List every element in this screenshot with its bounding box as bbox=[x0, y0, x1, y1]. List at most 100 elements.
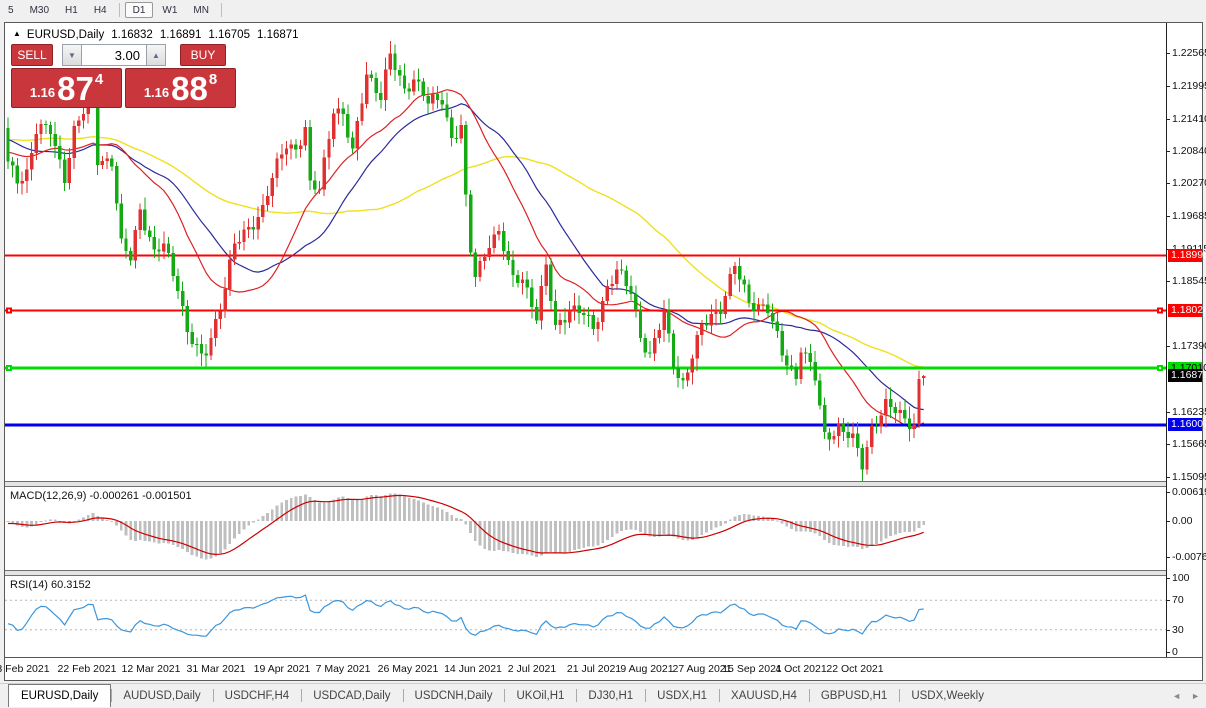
timeframe-button-w1[interactable]: W1 bbox=[155, 2, 184, 18]
collapse-trade-panel-icon[interactable]: ▲ bbox=[13, 29, 21, 41]
axis-tick-mark bbox=[1166, 118, 1170, 120]
price-axis: 1.22565 1.21995 1.21410 1.20840 1.20270 1.196… bbox=[1166, 23, 1206, 658]
tab-scroll-left-button[interactable]: ◄ bbox=[1172, 691, 1181, 701]
buy-price-prefix: 1.16 bbox=[143, 85, 170, 100]
sell-button[interactable]: SELL bbox=[11, 44, 53, 66]
tab-item-audusd[interactable]: AUDUSD,Daily bbox=[111, 684, 212, 707]
axis-tick-mark bbox=[1166, 556, 1170, 558]
date-label: 12 Mar 2021 bbox=[121, 663, 181, 675]
date-label: 22 Feb 2021 bbox=[57, 663, 117, 675]
timeframe-button-m30[interactable]: M30 bbox=[23, 2, 56, 18]
ohlc-low: 1.16705 bbox=[208, 29, 250, 41]
timeframe-button-mn[interactable]: MN bbox=[186, 2, 216, 18]
date-label: 22 Oct 2021 bbox=[826, 663, 884, 675]
one-click-trading-widget: SELL ▼ ▲ BUY 1.16 87 4 1.16 88 8 bbox=[11, 44, 236, 108]
tab-scroll-right-button[interactable]: ► bbox=[1191, 691, 1200, 701]
tab-item-ukoil[interactable]: UKOil,H1 bbox=[504, 684, 576, 707]
chart-symbol-label: EURUSD,Daily bbox=[26, 29, 105, 41]
price-tick-label: 1.19685 bbox=[1172, 210, 1206, 223]
price-badge-1.16007: 1.16007 bbox=[1168, 418, 1206, 432]
axis-tick-mark bbox=[1166, 600, 1170, 602]
timeframe-button-5[interactable]: 5 bbox=[1, 2, 21, 18]
sell-price-main: 87 bbox=[57, 70, 94, 107]
volume-input[interactable] bbox=[82, 44, 146, 66]
horizontal-line-1.18998[interactable] bbox=[5, 254, 1166, 257]
tab-item-usdcnh[interactable]: USDCNH,Daily bbox=[402, 684, 505, 707]
timeframe-button-h4[interactable]: H4 bbox=[87, 2, 114, 18]
horizontal-line-1.16007[interactable] bbox=[5, 423, 1166, 427]
date-axis: 3 Feb 2021 22 Feb 2021 12 Mar 2021 31 Mar 2… bbox=[0, 657, 1202, 680]
rsi-panel: RSI(14) 60.3152 bbox=[5, 576, 1166, 657]
date-label: 3 Feb 2021 bbox=[0, 663, 50, 675]
ohlc-close: 1.16871 bbox=[256, 29, 299, 41]
ohlc-open: 1.16832 bbox=[111, 29, 153, 41]
price-tick-label: 1.21410 bbox=[1172, 112, 1206, 125]
macd-tick-label: 0.006193 bbox=[1172, 485, 1206, 498]
buy-button[interactable]: BUY bbox=[180, 44, 226, 66]
rsi-tick-label: 0 bbox=[1172, 646, 1178, 658]
timeframe-button-d1[interactable]: D1 bbox=[124, 2, 154, 18]
axis-tick-mark bbox=[1166, 491, 1170, 493]
tab-item-usdchf[interactable]: USDCHF,H4 bbox=[212, 684, 302, 707]
buy-price-display[interactable]: 1.16 88 8 bbox=[125, 68, 236, 108]
axis-tick-mark bbox=[1166, 85, 1170, 87]
volume-increase-button[interactable]: ▲ bbox=[146, 44, 166, 66]
axis-tick-mark bbox=[1166, 521, 1170, 522]
toolbar-separator bbox=[220, 3, 222, 17]
price-tick-label: 1.20270 bbox=[1172, 177, 1206, 190]
price-tick-label: 1.20840 bbox=[1172, 145, 1206, 158]
price-tick-label: 1.21995 bbox=[1172, 79, 1206, 92]
macd-histogram bbox=[6, 493, 926, 560]
price-badge-1.18998: 1.18998 bbox=[1168, 248, 1206, 262]
date-label: 31 Mar 2021 bbox=[186, 663, 246, 675]
tab-item-eurusd[interactable]: EURUSD,Daily bbox=[8, 684, 112, 707]
horizontal-line-1.18024[interactable] bbox=[5, 307, 1166, 314]
axis-tick-mark bbox=[1166, 629, 1170, 631]
buy-price-main: 88 bbox=[171, 70, 208, 107]
rsi-tick-label: 70 bbox=[1172, 594, 1184, 607]
volume-decrease-button[interactable]: ▼ bbox=[62, 44, 82, 66]
axis-tick-mark bbox=[1166, 652, 1170, 653]
sell-price-pip: 4 bbox=[94, 71, 104, 88]
timeframe-button-h1[interactable]: H1 bbox=[58, 2, 85, 18]
date-label: 7 May 2021 bbox=[315, 663, 371, 675]
date-label: 26 May 2021 bbox=[377, 663, 439, 675]
price-tick-label: 1.15665 bbox=[1172, 438, 1206, 451]
horizontal-line-1.1701[interactable] bbox=[5, 365, 1166, 371]
rsi-label: RSI(14) 60.3152 bbox=[10, 579, 91, 591]
tab-item-usdx[interactable]: USDX,H1 bbox=[645, 684, 719, 707]
axis-tick-mark bbox=[1166, 216, 1170, 218]
axis-tick-mark bbox=[1166, 411, 1170, 413]
tab-item-usdx[interactable]: USDX,Weekly bbox=[899, 684, 996, 707]
chart-info-line: ▲ EURUSD,Daily 1.16832 1.16891 1.16705 1… bbox=[13, 29, 299, 41]
date-label: 4 Oct 2021 bbox=[775, 663, 827, 675]
date-label: 2 Jul 2021 bbox=[507, 663, 557, 675]
rsi-tick-label: 100 bbox=[1172, 572, 1190, 584]
price-tick-label: 1.17390 bbox=[1172, 340, 1206, 353]
ohlc-high: 1.16891 bbox=[159, 29, 202, 41]
toolbar-separator bbox=[118, 3, 120, 17]
axis-tick-mark bbox=[1166, 476, 1170, 478]
price-tick-label: 1.16235 bbox=[1172, 405, 1206, 418]
date-label: 21 Jul 2021 bbox=[566, 663, 622, 675]
timeframe-toolbar: 5 M30 H1 H4 D1 W1 MN bbox=[0, 0, 1206, 20]
axis-tick-mark bbox=[1166, 151, 1170, 153]
tab-item-dj30[interactable]: DJ30,H1 bbox=[576, 684, 645, 707]
price-tick-label: 1.18545 bbox=[1172, 275, 1206, 288]
axis-tick-mark bbox=[1166, 53, 1170, 55]
sell-price-prefix: 1.16 bbox=[29, 85, 56, 100]
axis-tick-mark bbox=[1166, 444, 1170, 446]
tab-item-usdcad[interactable]: USDCAD,Daily bbox=[301, 684, 402, 707]
rsi-canvas bbox=[5, 594, 1166, 637]
macd-panel: MACD(12,26,9) -0.000261 -0.001501 bbox=[5, 487, 1166, 570]
date-label: 14 Jun 2021 bbox=[444, 663, 502, 675]
axis-tick-mark bbox=[1166, 346, 1170, 348]
price-tick-label: 1.22565 bbox=[1172, 47, 1206, 60]
sell-price-display[interactable]: 1.16 87 4 bbox=[11, 68, 122, 108]
date-label: 15 Sep 2021 bbox=[722, 663, 782, 675]
axis-tick-mark bbox=[1166, 578, 1170, 579]
axis-tick-mark bbox=[1166, 281, 1170, 283]
date-label: 9 Aug 2021 bbox=[620, 663, 674, 675]
tab-item-xauusd[interactable]: XAUUSD,H4 bbox=[719, 684, 809, 707]
tab-item-gbpusd[interactable]: GBPUSD,H1 bbox=[808, 684, 899, 707]
